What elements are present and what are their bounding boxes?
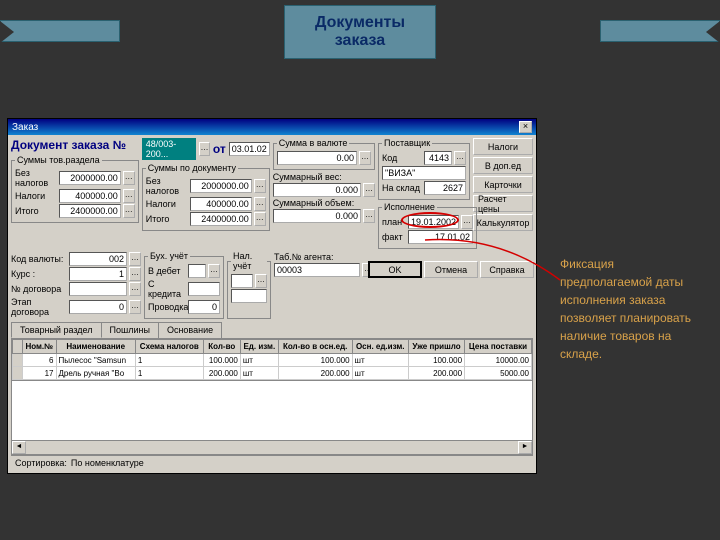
sums-doc: Суммы по документу Без налогов2000000.00… <box>142 163 270 231</box>
ellipsis-button[interactable]: … <box>123 171 135 185</box>
tax-acc-box: Нал. учёт … <box>227 251 271 319</box>
execution-box: Исполнение план19.01.2002… факт17.01.02 <box>378 202 477 249</box>
doc-header-label: Документ заказа № <box>11 138 126 152</box>
horizontal-scrollbar[interactable]: ◄ ► <box>11 441 533 455</box>
table-row[interactable]: 17Дрель ручная "Во1200.000шт200.000шт200… <box>13 367 532 380</box>
sum-tax[interactable]: 400000.00 <box>59 189 121 203</box>
scroll-left-icon[interactable]: ◄ <box>12 441 26 454</box>
accounting-box: Бух. учёт В дебет… С кредита Проводка0 <box>144 251 224 319</box>
sum-total[interactable]: 2400000.00 <box>59 204 121 218</box>
titlebar: Заказ × <box>8 119 536 135</box>
ellipsis-button[interactable]: … <box>363 209 375 223</box>
ellipsis-button[interactable]: … <box>123 204 135 218</box>
ellipsis-button[interactable]: … <box>129 282 141 296</box>
ellipsis-button[interactable]: … <box>129 252 141 266</box>
fact-date-field[interactable]: 17.01.02 <box>408 230 473 244</box>
banner-line2: заказа <box>315 32 405 50</box>
add-units-button[interactable]: В доп.ед <box>473 157 533 174</box>
ellipsis-button[interactable]: … <box>199 142 210 156</box>
currency-sum: Сумма в валюте 0.00… <box>273 138 375 170</box>
grid-empty-area <box>11 381 533 441</box>
ellipsis-button[interactable]: … <box>461 215 473 229</box>
cancel-button[interactable]: Отмена <box>424 261 478 278</box>
banner-line1: Документы <box>315 14 405 32</box>
ellipsis-button[interactable]: … <box>254 212 266 226</box>
calc-price-button[interactable]: Расчет цены <box>473 195 533 212</box>
scroll-right-icon[interactable]: ► <box>518 441 532 454</box>
from-label: от <box>213 142 226 156</box>
tab-goods[interactable]: Товарный раздел <box>11 322 102 338</box>
doc-number-field[interactable]: 48/003-200... <box>142 138 196 160</box>
ellipsis-button[interactable]: … <box>208 264 220 278</box>
sums-section: Суммы тов.раздела Без налогов2000000.00…… <box>11 155 139 223</box>
sort-value[interactable]: По номенклатуре <box>71 458 144 468</box>
ellipsis-button[interactable]: … <box>363 183 375 197</box>
sum-no-tax[interactable]: 2000000.00 <box>59 171 121 185</box>
data-grid[interactable]: Ном.№ Наименование Схема налогов Кол-во … <box>11 338 533 381</box>
supplier-box: Поставщик Код4143… "ВИЗА" На склад2627 <box>378 138 470 200</box>
doc-date-field[interactable]: 03.01.02 <box>229 142 270 156</box>
taxes-button[interactable]: Налоги <box>473 138 533 155</box>
tab-duties[interactable]: Пошлины <box>101 322 159 338</box>
ellipsis-button[interactable]: … <box>454 151 466 165</box>
close-icon[interactable]: × <box>519 121 532 133</box>
ellipsis-button[interactable]: … <box>123 189 135 203</box>
ellipsis-button[interactable]: … <box>129 267 141 281</box>
ellipsis-button[interactable]: … <box>129 300 141 314</box>
help-button[interactable]: Справка <box>480 261 534 278</box>
window-title: Заказ <box>12 122 38 133</box>
tab-strip: Товарный раздел Пошлины Основание <box>11 322 533 338</box>
ok-button[interactable]: OK <box>368 261 422 278</box>
table-row[interactable]: 6Пылесос "Samsun1100.000шт100.000шт100.0… <box>13 354 532 367</box>
calculator-button[interactable]: Калькулятор <box>473 214 533 231</box>
plan-date-field[interactable]: 19.01.2002 <box>408 215 459 229</box>
order-window: Заказ × Документ заказа № Суммы тов.разд… <box>7 118 537 474</box>
sort-label: Сортировка: <box>15 458 67 468</box>
cards-button[interactable]: Карточки <box>473 176 533 193</box>
ellipsis-button[interactable]: … <box>359 151 371 165</box>
ellipsis-button[interactable]: … <box>254 197 266 211</box>
banner: Документы заказа <box>0 5 720 59</box>
annotation-text: Фиксация предполагаемой даты исполнения … <box>560 255 705 363</box>
ellipsis-button[interactable]: … <box>255 274 267 288</box>
ellipsis-button[interactable]: … <box>254 179 266 193</box>
tab-basis[interactable]: Основание <box>158 322 222 338</box>
